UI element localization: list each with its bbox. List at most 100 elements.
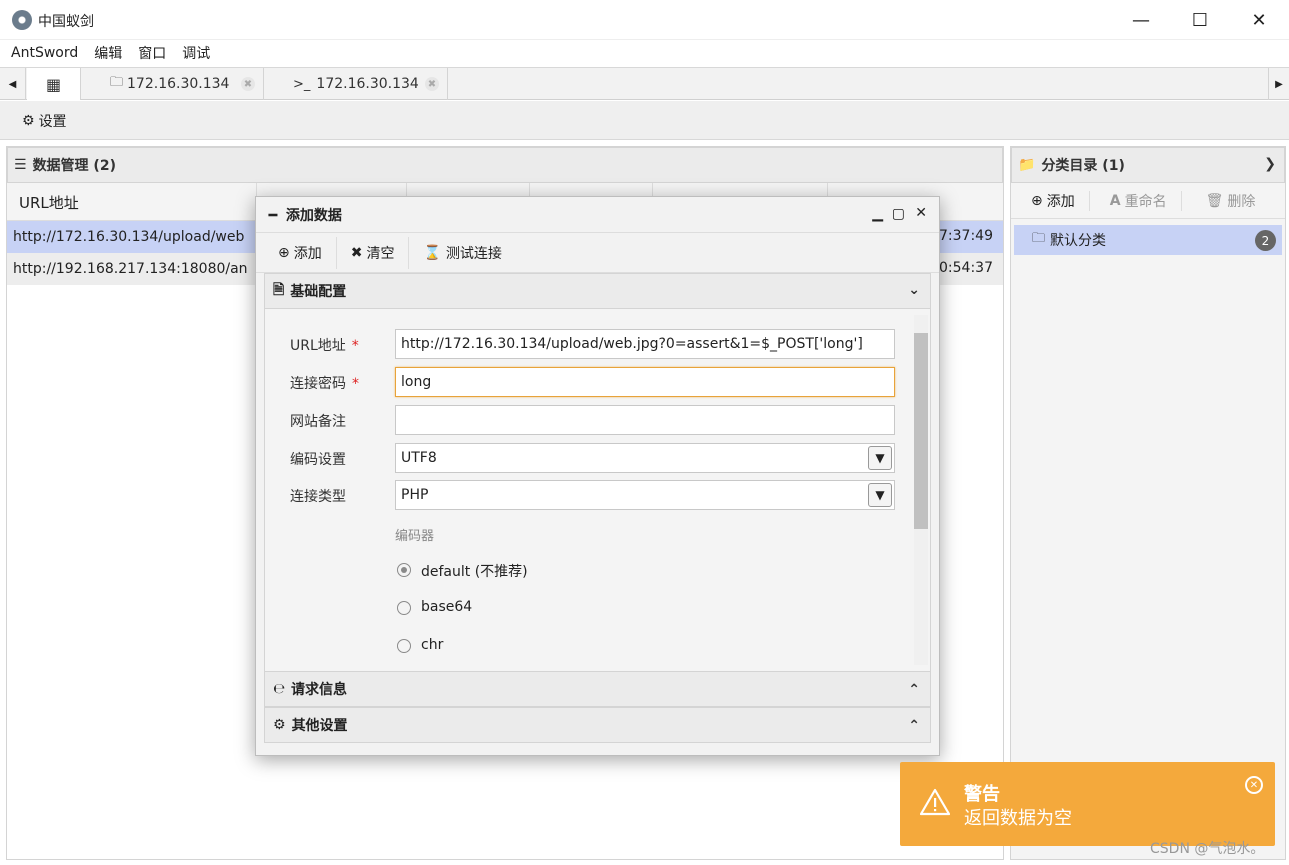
grid-icon: ▦ (45, 74, 62, 94)
menu-antsword[interactable]: AntSword (11, 45, 78, 61)
spinner-icon: ⌛ (423, 244, 441, 261)
row-time: 0:54:37 (939, 260, 993, 276)
dialog-toolbar: ⊕ 添加 ✖ 清空 ⌛ 测试连接 (256, 233, 939, 273)
section-other-title: 其他设置 (291, 718, 348, 734)
scrollbar-thumb[interactable] (914, 333, 928, 529)
font-icon: A (1109, 192, 1121, 209)
dialog-title: 添加数据 (285, 207, 342, 224)
folder-icon: 🗀 (110, 75, 124, 90)
encoder-radio-default[interactable] (397, 563, 411, 577)
dialog-header: 🗕 添加数据 ▁ ▢ ✕ (256, 197, 939, 233)
category-item-default[interactable]: 🗀 默认分类 2 (1014, 225, 1282, 255)
chevron-down-icon[interactable]: ▼ (868, 483, 892, 507)
list-icon: ☰ (14, 157, 27, 173)
section-other-header[interactable]: ⚙ 其他设置 ⌃ (264, 707, 931, 743)
minimize-button[interactable]: — (1112, 0, 1170, 40)
add-data-dialog: 🗕 添加数据 ▁ ▢ ✕ ⊕ 添加 ✖ 清空 ⌛ 测试连接 🗎 基础配置 ⌄ U… (255, 196, 940, 756)
tab-scroll-left-button[interactable]: ◀ (0, 68, 26, 100)
trash-icon: 🗑 (1205, 192, 1224, 209)
test-connection-button[interactable]: ⌛ 测试连接 (409, 237, 515, 269)
tab-close-icon[interactable]: ✖ (241, 77, 255, 91)
menu-edit[interactable]: 编辑 (94, 43, 122, 63)
type-field-label: 连接类型 (290, 489, 346, 505)
menu-window[interactable]: 窗口 (138, 43, 166, 63)
tab-terminal[interactable]: >_ 172.16.30.134 ✖ (265, 68, 448, 100)
url-input[interactable]: http://172.16.30.134/upload/web.jpg?0=as… (395, 329, 895, 359)
category-rename-button[interactable]: A 重命名 (1090, 190, 1182, 211)
tab-files[interactable]: 🗀 172.16.30.134 ✖ (82, 68, 264, 100)
tab-scroll-right-button[interactable]: ▶ (1268, 68, 1289, 100)
note-input[interactable] (395, 405, 895, 435)
url-field-label: URL地址 * (290, 335, 359, 355)
settings-button[interactable]: ⚙ 设置 (22, 111, 67, 131)
note-field-label: 网站备注 (290, 414, 346, 430)
category-rename-label: 重命名 (1124, 193, 1167, 210)
password-input[interactable]: long (395, 367, 895, 397)
dialog-close-button[interactable]: ✕ (915, 205, 927, 221)
password-label-text: 连接密码 (290, 376, 346, 392)
encoder-radio-chr[interactable] (397, 639, 411, 653)
category-add-label: 添加 (1046, 193, 1075, 210)
title-bar: 中国蚁剑 — ☐ ✕ (0, 0, 1289, 40)
tab-bar: ◀ ▦ 🗀 172.16.30.134 ✖ >_ 172.16.30.134 ✖… (0, 67, 1289, 100)
document-icon: 🗎 (273, 282, 285, 298)
category-delete-label: 删除 (1227, 193, 1256, 210)
chevron-right-icon[interactable]: ❯ (1264, 156, 1276, 172)
settings-bar: ⚙ 设置 (0, 101, 1289, 140)
toast-title: 警告 (964, 784, 1000, 805)
window-icon: 🗕 (268, 205, 278, 222)
chevron-up-icon: ⌃ (908, 682, 920, 698)
encoding-value: UTF8 (401, 450, 437, 466)
encoder-title: 编码器 (395, 529, 435, 544)
close-button[interactable]: ✕ (1230, 0, 1288, 40)
dialog-clear-button[interactable]: ✖ 清空 (337, 236, 410, 269)
terminal-icon: >_ (293, 76, 311, 92)
encoding-field-label: 编码设置 (290, 452, 346, 468)
folder-icon: 🗀 (1032, 231, 1046, 246)
tab-close-icon[interactable]: ✖ (425, 77, 439, 91)
required-marker: * (352, 376, 359, 392)
toast-close-button[interactable]: ✕ (1245, 776, 1263, 794)
row-url: http://192.168.217.134:18080/an (13, 261, 248, 277)
category-panel-title: 分类目录 (1) (1041, 158, 1125, 174)
chevron-down-icon[interactable]: ▼ (868, 446, 892, 470)
section-request-header[interactable]: ℮ 请求信息 ⌃ (264, 671, 931, 707)
folder-icon: 📁 (1018, 157, 1036, 173)
maximize-button[interactable]: ☐ (1171, 0, 1229, 40)
category-add-button[interactable]: ⊕ 添加 (1011, 190, 1090, 211)
section-basic-header[interactable]: 🗎 基础配置 ⌄ (264, 273, 931, 309)
row-url: http://172.16.30.134/upload/web (13, 229, 245, 245)
scrollbar[interactable] (914, 315, 928, 665)
gears-icon: ⚙ (273, 717, 286, 733)
settings-label: 设置 (38, 114, 67, 130)
encoder-label-chr: chr (421, 637, 444, 653)
dialog-add-button[interactable]: ⊕ 添加 (264, 236, 337, 269)
type-value: PHP (401, 487, 429, 503)
dialog-minimize-button[interactable]: ▁ (872, 206, 883, 222)
category-panel-header: 📁 分类目录 (1) ❯ (1011, 147, 1285, 183)
encoder-radio-base64[interactable] (397, 601, 411, 615)
tab-terminal-label: 172.16.30.134 (316, 76, 419, 92)
chevron-up-icon: ⌃ (908, 718, 920, 734)
section-basic-title: 基础配置 (290, 284, 347, 300)
connection-type-select[interactable]: PHP ▼ (395, 480, 895, 510)
url-label-text: URL地址 (290, 338, 346, 354)
encoding-select[interactable]: UTF8 ▼ (395, 443, 895, 473)
dialog-maximize-button[interactable]: ▢ (892, 206, 905, 222)
tab-home[interactable]: ▦ (27, 68, 81, 100)
row-time: 7:37:49 (939, 228, 993, 244)
dialog-add-label: 添加 (293, 245, 322, 262)
dialog-clear-label: 清空 (366, 245, 395, 262)
category-panel: 📁 分类目录 (1) ❯ ⊕ 添加 A 重命名 🗑 删除 🗀 默认分类 2 (1010, 146, 1286, 860)
window-title: 中国蚁剑 (38, 14, 94, 30)
x-icon: ✖ (350, 244, 363, 261)
menu-debug[interactable]: 调试 (182, 43, 210, 63)
category-toolbar: ⊕ 添加 A 重命名 🗑 删除 (1011, 183, 1285, 219)
plus-circle-icon: ⊕ (1031, 192, 1043, 209)
app-icon (12, 10, 32, 30)
category-delete-button[interactable]: 🗑 删除 (1182, 191, 1256, 211)
data-panel-title: 数据管理 (2) (32, 158, 116, 174)
watermark: CSDN @气泡水。 (1150, 841, 1265, 857)
column-header-url[interactable]: URL地址 (7, 183, 257, 221)
gear-icon: ⚙ (22, 113, 35, 129)
